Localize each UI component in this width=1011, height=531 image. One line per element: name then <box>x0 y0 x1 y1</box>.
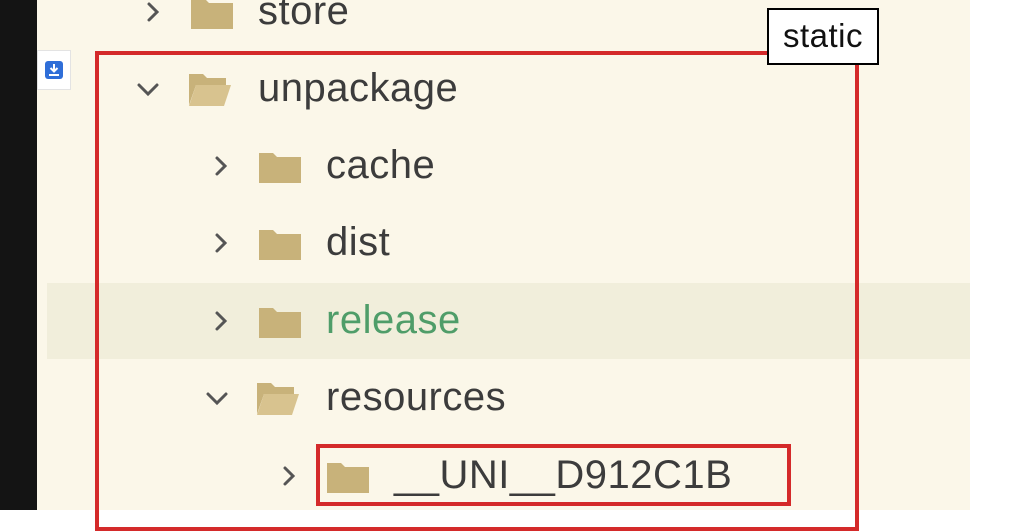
highlight-box-uni-folder <box>316 444 791 506</box>
left-dark-strip <box>0 0 37 510</box>
chevron-right-icon[interactable] <box>138 0 168 27</box>
folder-closed-icon <box>191 0 233 29</box>
right-blank-area <box>970 0 1011 510</box>
tooltip-static: static <box>767 8 879 65</box>
tree-item-label: store <box>258 0 350 33</box>
